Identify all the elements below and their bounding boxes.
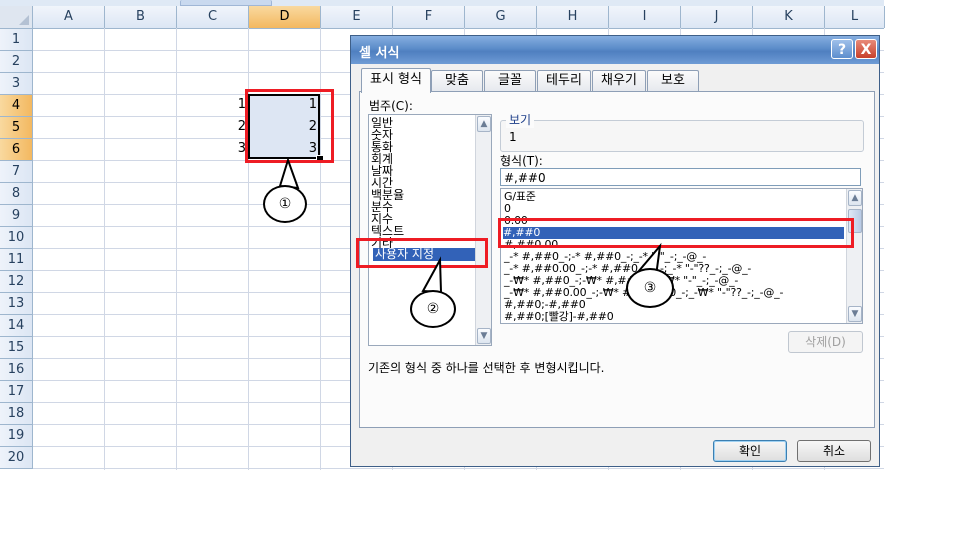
callout-3: ③	[626, 268, 674, 308]
callout-pointers	[278, 156, 662, 294]
callout-1: ①	[263, 185, 307, 223]
callout-2: ②	[410, 290, 456, 328]
tab-number-format[interactable]: 표시 형식	[361, 68, 431, 93]
